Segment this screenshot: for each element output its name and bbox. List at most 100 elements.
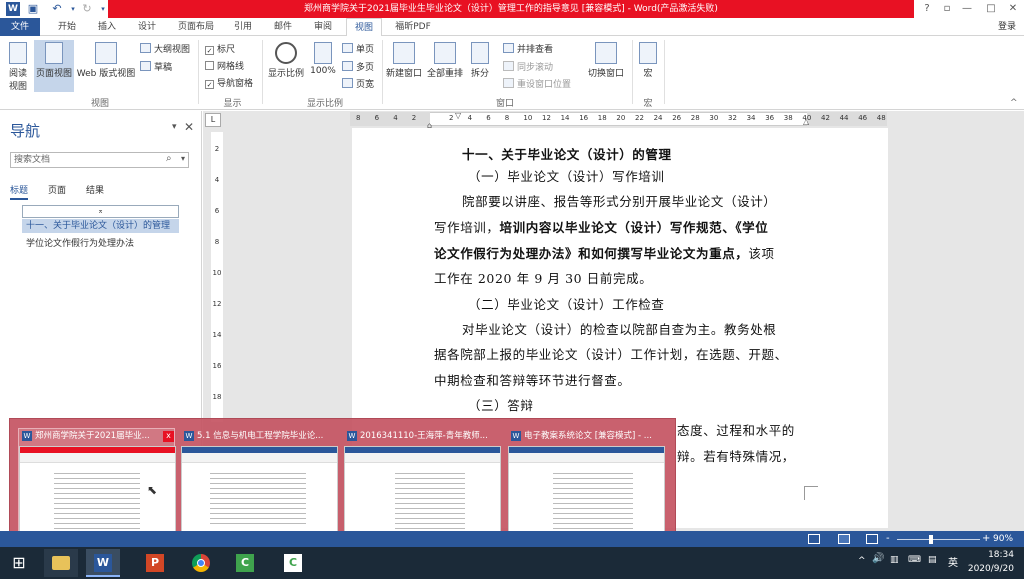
nav-options-icon[interactable]: ▾ (172, 122, 177, 132)
reset-window-position-button[interactable]: 重设窗口位置 (503, 77, 571, 90)
first-line-indent-icon[interactable]: ▽ (455, 111, 461, 120)
nav-tab-pages[interactable]: 页面 (48, 183, 66, 196)
new-window-button[interactable]: 新建窗口 (385, 42, 423, 79)
zoom-group-label: 显示比例 (306, 99, 343, 109)
draft-view-button[interactable]: 草稿 (140, 60, 172, 73)
ribbon-display-options-button[interactable]: ▫ (936, 0, 958, 18)
switch-windows-button[interactable]: 切换窗口 (584, 42, 628, 79)
nav-collapse-up-icon[interactable]: ⌅ (22, 205, 179, 218)
navigation-pane-checkbox[interactable]: ✓ 导航窗格 (205, 76, 253, 89)
macros-group-label: 宏 (643, 99, 653, 109)
view-side-by-side-button[interactable]: 并排查看 (503, 42, 553, 55)
zoom-level[interactable]: 90% (993, 531, 1013, 547)
help-button[interactable]: ? (916, 0, 938, 18)
thumbnail-window[interactable]: W 郑州商学院关于2021届毕业... x ⬉ (18, 428, 176, 533)
web-layout-status-icon[interactable] (866, 534, 878, 544)
thumbnail-close-icon[interactable]: x (163, 431, 174, 442)
thumbnail-window[interactable]: W 5.1 信息与机电工程学院毕业论... (180, 428, 338, 533)
undo-icon[interactable]: ↶ (50, 2, 64, 16)
undo-dropdown-icon[interactable]: ▾ (66, 2, 80, 16)
nav-search-input[interactable]: 搜索文档 (10, 152, 189, 168)
search-dropdown-icon[interactable]: ▾ (181, 154, 185, 163)
tab-insert[interactable]: 插入 (92, 18, 122, 36)
page-width-icon (342, 78, 353, 88)
page-width-button[interactable]: 页宽 (342, 77, 374, 90)
redo-icon[interactable]: ↻ (80, 2, 94, 16)
word-taskbar-icon[interactable]: W (86, 549, 120, 577)
zoom-button[interactable]: 显示比例 (266, 42, 306, 79)
windows-start-icon[interactable]: ⊞ (2, 549, 36, 577)
right-indent-icon[interactable]: △ (803, 117, 809, 126)
network-icon[interactable]: ▥ (890, 555, 899, 565)
tab-view[interactable]: 视图 (346, 18, 382, 37)
ruler-checkbox[interactable]: ✓ 标尺 (205, 42, 235, 55)
tab-review[interactable]: 审阅 (308, 18, 338, 36)
tray-overflow-icon[interactable]: ^ (858, 556, 866, 566)
close-button[interactable]: ✕ (1002, 0, 1024, 18)
split-button[interactable]: 拆分 (467, 42, 493, 79)
print-layout-button[interactable]: 页面视图 (34, 40, 74, 92)
tab-page-layout[interactable]: 页面布局 (172, 18, 220, 36)
search-icon[interactable]: ⌕ (166, 153, 172, 164)
window-title: 郑州商学院关于2021届毕业生毕业论文（设计）管理工作的指导意见 [兼容模式] … (108, 0, 914, 18)
nav-tab-headings[interactable]: 标题 (10, 183, 29, 200)
clock-time[interactable]: 18:34 (964, 550, 1014, 560)
tab-design[interactable]: 设计 (132, 18, 162, 36)
ruler-tick-label: 32 (728, 114, 737, 122)
print-layout-status-icon[interactable] (838, 534, 850, 544)
ruler-tick-label: 26 (672, 114, 682, 122)
thumbnail-window[interactable]: W 2016341110-王海萍-青年教师... (343, 428, 501, 533)
tab-selector-icon[interactable]: L (205, 113, 221, 127)
gridlines-checkbox[interactable]: 网格线 (205, 59, 244, 72)
nav-close-icon[interactable]: ✕ (184, 120, 194, 134)
clock-date[interactable]: 2020/9/20 (958, 564, 1014, 574)
read-mode-button[interactable]: 阅读 视图 (4, 42, 32, 92)
zoom-100-button[interactable]: 100% (308, 42, 338, 76)
tab-file[interactable]: 文件 (0, 18, 40, 36)
one-page-button[interactable]: 单页 (342, 42, 374, 55)
tab-home[interactable]: 开始 (52, 18, 82, 36)
vertical-ruler-scale: 2 4 6 8 10 12 14 16 18 (211, 132, 223, 422)
camtasia-recorder-taskbar-icon[interactable]: C (276, 549, 310, 577)
zoom-slider-thumb[interactable] (929, 535, 933, 544)
input-method-icon[interactable]: ⌨ (908, 555, 921, 565)
zoom-in-button[interactable]: + (982, 531, 990, 547)
doc-subheading: （一）毕业论文（设计）写作培训 (468, 169, 665, 184)
minimize-button[interactable]: — (956, 0, 978, 18)
collapse-ribbon-icon[interactable]: ^ (1010, 98, 1018, 108)
tab-mailings[interactable]: 邮件 (268, 18, 298, 36)
tab-references[interactable]: 引用 (228, 18, 258, 36)
macros-button[interactable]: 宏 (636, 42, 660, 79)
thumbnail-window[interactable]: W 电子教案系统论文 [兼容模式] - ... (507, 428, 665, 533)
thumbnail-title: 电子教案系统论文 [兼容模式] - ... (524, 431, 652, 441)
zoom-slider-track[interactable] (897, 539, 980, 540)
sign-in-link[interactable]: 登录 (990, 18, 1024, 36)
synchronous-scrolling-button[interactable]: 同步滚动 (503, 60, 553, 73)
powerpoint-taskbar-icon[interactable]: P (138, 549, 172, 577)
web-layout-button[interactable]: Web 版式视图 (76, 42, 136, 79)
divider (382, 40, 383, 104)
views-group-label: 视图 (90, 99, 109, 109)
tab-foxit-pdf[interactable]: 福昕PDF (390, 18, 436, 36)
arrange-all-button[interactable]: 全部重排 (425, 42, 465, 79)
keyboard-icon[interactable]: ▤ (928, 555, 937, 565)
nav-heading-item[interactable]: 学位论文作假行为处理办法 (26, 236, 134, 249)
file-explorer-icon[interactable] (44, 549, 78, 577)
volume-icon[interactable]: 🔊 (872, 553, 884, 564)
nav-heading-item[interactable]: 十一、关于毕业论文（设计）的管理 (22, 219, 179, 233)
chrome-taskbar-icon[interactable] (184, 549, 218, 577)
zoom-out-button[interactable]: - (886, 531, 890, 547)
ruler-tick-label: 10 (523, 114, 533, 122)
multiple-pages-button[interactable]: 多页 (342, 60, 374, 73)
read-mode-status-icon[interactable] (808, 534, 820, 544)
outline-view-button[interactable]: 大纲视图 (140, 42, 190, 55)
macros-icon (639, 42, 657, 64)
camtasia-taskbar-icon[interactable]: C (228, 549, 262, 577)
language-indicator[interactable]: 英 (948, 554, 958, 569)
ruler-tick-label: 16 (579, 114, 589, 122)
new-window-label: 新建窗口 (385, 69, 422, 79)
restore-button[interactable]: □ (980, 0, 1002, 18)
save-icon[interactable]: ▣ (26, 2, 40, 16)
nav-tab-results[interactable]: 结果 (86, 183, 104, 196)
navpane-check-icon: ✓ (205, 80, 214, 89)
